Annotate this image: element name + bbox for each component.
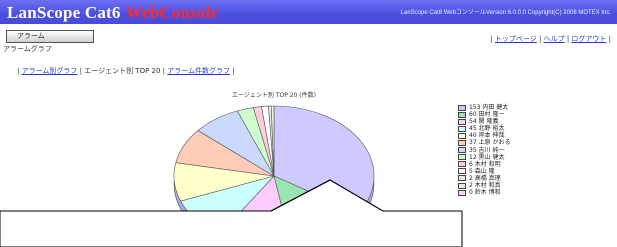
speech-callout <box>0 179 463 247</box>
